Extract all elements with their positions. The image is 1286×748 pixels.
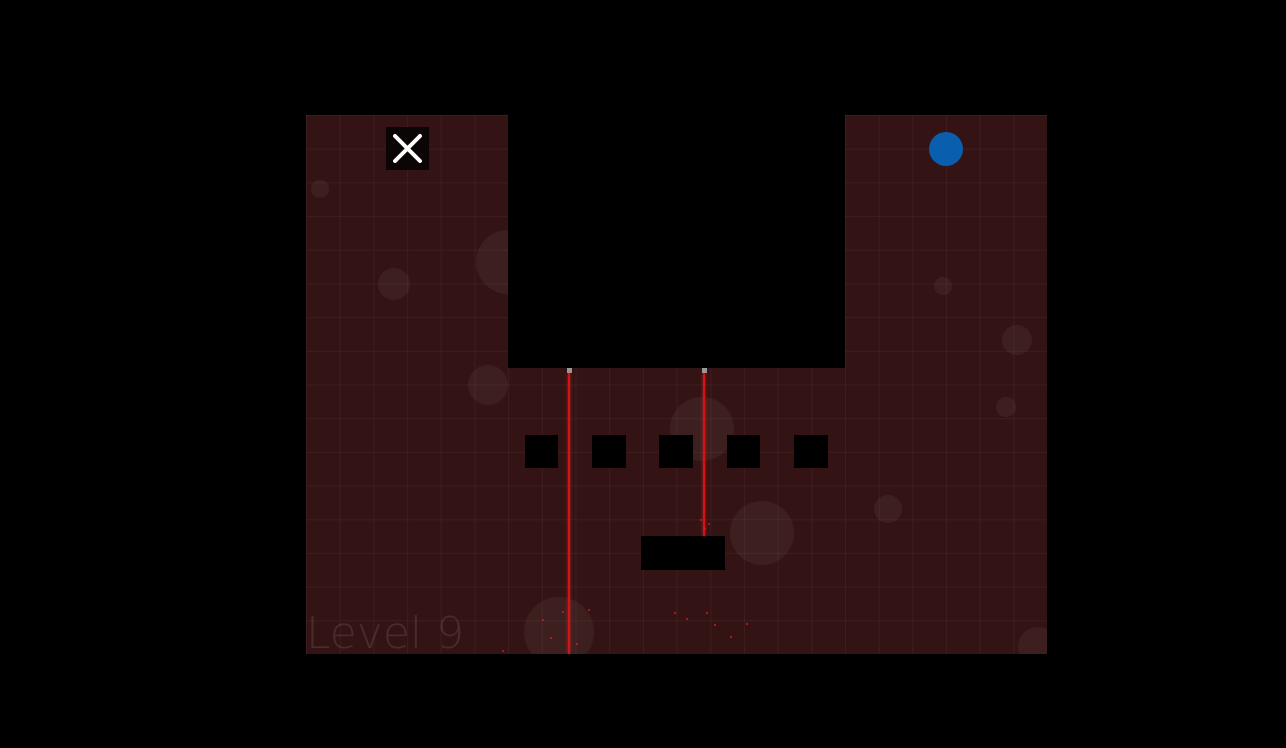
laser-spark (502, 650, 504, 652)
bg-bubble (874, 495, 902, 523)
game-board: Level 9 (306, 115, 1047, 654)
bg-bubble (934, 277, 952, 295)
bg-bubble (1018, 627, 1047, 654)
wall-block (525, 435, 558, 468)
bg-bubble (730, 501, 794, 565)
bg-bubble (524, 597, 594, 654)
bg-bubble (378, 268, 410, 300)
wall-block (727, 435, 760, 468)
laser-spark (576, 643, 578, 645)
level-label: Level 9 (306, 608, 465, 655)
laser-spark (708, 523, 710, 525)
close-icon (393, 134, 422, 163)
bg-bubble (1002, 325, 1032, 355)
laser-spark (700, 519, 702, 521)
laser-spark (746, 623, 748, 625)
wall-notch (508, 115, 845, 368)
laser-beam (703, 373, 705, 536)
laser-spark (686, 618, 688, 620)
laser-beam (568, 373, 570, 654)
bg-bubble (468, 365, 508, 405)
exit-button[interactable] (386, 127, 429, 170)
bg-bubble (311, 180, 329, 198)
wall-block (794, 435, 828, 468)
bg-bubble (996, 397, 1016, 417)
wall-block (641, 536, 725, 570)
laser-spark (562, 611, 564, 613)
laser-spark (730, 636, 732, 638)
laser-spark (704, 528, 706, 530)
laser-spark (542, 619, 544, 621)
laser-spark (588, 609, 590, 611)
wall-block (592, 435, 626, 468)
player-ball[interactable] (929, 132, 963, 166)
laser-spark (714, 624, 716, 626)
laser-spark (550, 637, 552, 639)
wall-block (659, 435, 693, 468)
laser-spark (706, 612, 708, 614)
laser-spark (674, 612, 676, 614)
